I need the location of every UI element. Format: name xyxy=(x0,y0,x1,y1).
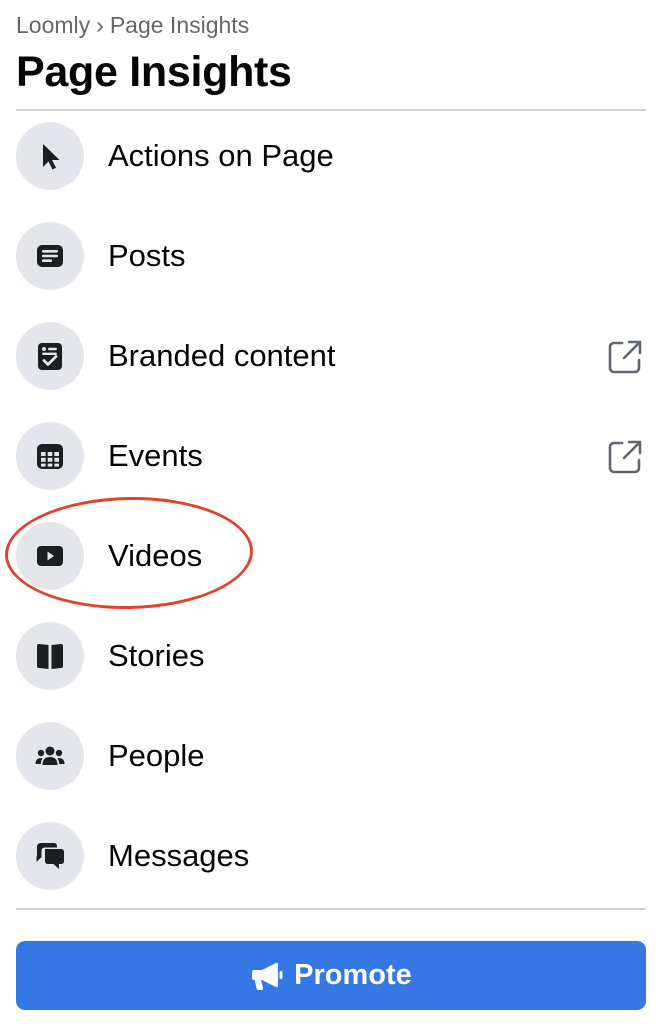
promote-button-label: Promote xyxy=(294,959,412,991)
menu-item-label: People xyxy=(108,738,205,773)
menu-item-stories[interactable]: Stories xyxy=(0,611,665,711)
menu-item-label: Messages xyxy=(108,838,250,873)
external-link-icon[interactable] xyxy=(606,438,644,476)
page-title: Page Insights xyxy=(16,48,292,96)
menu-item-label: Stories xyxy=(108,638,205,673)
posts-icon xyxy=(16,222,84,290)
breadcrumb-separator: › xyxy=(96,12,104,38)
chat-bubbles-icon xyxy=(16,822,84,890)
menu-item-label: Events xyxy=(108,438,203,473)
calendar-icon xyxy=(16,422,84,490)
breadcrumb-parent-link[interactable]: Loomly xyxy=(16,12,90,38)
menu-item-branded-content[interactable]: Branded content xyxy=(0,311,665,411)
promote-button[interactable]: Promote xyxy=(16,941,646,1010)
book-icon xyxy=(16,622,84,690)
cursor-icon xyxy=(16,122,84,190)
menu-item-actions-on-page[interactable]: Actions on Page xyxy=(0,111,665,211)
menu-item-label: Videos xyxy=(108,538,203,573)
breadcrumb: Loomly › Page Insights xyxy=(16,10,249,40)
menu-item-posts[interactable]: Posts xyxy=(0,211,665,311)
menu-item-label: Posts xyxy=(108,238,186,273)
branded-content-icon xyxy=(16,322,84,390)
menu-item-events[interactable]: Events xyxy=(0,411,665,511)
menu-item-messages[interactable]: Messages xyxy=(0,811,665,911)
video-play-icon xyxy=(16,522,84,590)
menu-item-label: Actions on Page xyxy=(108,138,334,173)
menu-item-videos[interactable]: Videos xyxy=(0,511,665,611)
external-link-icon[interactable] xyxy=(606,338,644,376)
divider xyxy=(16,908,646,910)
breadcrumb-current: Page Insights xyxy=(109,12,250,38)
megaphone-icon xyxy=(252,962,283,990)
insights-menu: Actions on Page Posts Branded content Ev… xyxy=(0,111,665,911)
people-icon xyxy=(16,722,84,790)
menu-item-people[interactable]: People xyxy=(0,711,665,811)
menu-item-label: Branded content xyxy=(108,338,336,373)
